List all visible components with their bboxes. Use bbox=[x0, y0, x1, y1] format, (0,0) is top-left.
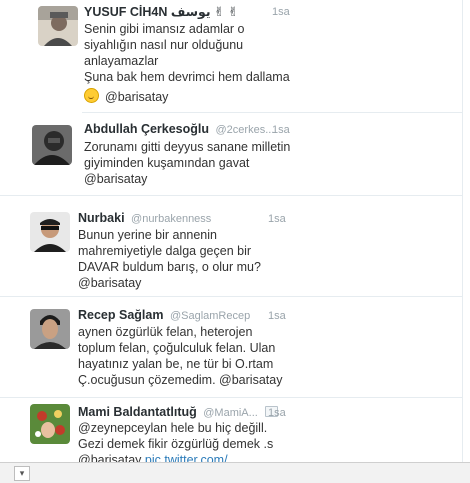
tweet-timestamp[interactable]: 1sa bbox=[272, 6, 290, 18]
mention-link[interactable]: @barisatay bbox=[78, 275, 261, 291]
tweet-text-line: Zorunamı gitti deyyus sanane milletin bbox=[84, 140, 291, 154]
tweet-author-handle[interactable]: @2cerkes... bbox=[216, 124, 275, 136]
tweet-text-line: @zeynepceylan hele bu hiç değill. bbox=[78, 421, 268, 435]
tweet-text: Bunun yerine bir annenin mahremiyetiyle … bbox=[78, 227, 261, 291]
tweet-text-line: Ç.ocuğusun çözemedim. @barisatay bbox=[78, 373, 283, 387]
tweet-text-line: hayatınız yalan be, ne tür bi O.rtam bbox=[78, 357, 274, 371]
tweet-timestamp[interactable]: 1sa bbox=[272, 124, 290, 136]
tweet-text-line: toplum felan, çoğulculuk felan. Ulan bbox=[78, 341, 276, 355]
tweet-author-handle[interactable]: @nurbakenness bbox=[131, 213, 211, 225]
tweet-item[interactable]: Mami Baldantatlıtuğ @MamiA... 1sa @zeyne… bbox=[0, 398, 462, 462]
tweet-text-line: Gezi demek fikir özgürlüğ demek .s bbox=[78, 437, 274, 451]
tweet-author-name[interactable]: YUSUF CİH4N يوسف ✌ ✌ bbox=[84, 5, 238, 19]
tweet-text: Zorunamı gitti deyyus sanane milletin gi… bbox=[84, 139, 290, 187]
avatar[interactable] bbox=[30, 404, 70, 444]
tweet-text-line: mahremiyetiyle dalga geçen bir bbox=[78, 244, 252, 258]
tweet-timestamp[interactable]: 1sa bbox=[268, 407, 286, 419]
tweet-text-line: anlayamazlar bbox=[84, 54, 159, 68]
mention-link[interactable]: @barisatay bbox=[105, 90, 168, 104]
tweet-author-name[interactable]: Mami Baldantatlıtuğ bbox=[78, 405, 197, 419]
avatar[interactable] bbox=[32, 125, 72, 165]
dropdown-arrow-icon[interactable]: ▾ bbox=[14, 466, 30, 481]
tweet-author-name[interactable]: Abdullah Çerkesoğlu bbox=[84, 122, 209, 136]
bottom-toolbar: ▾ bbox=[0, 462, 470, 483]
tweet-text-line: Senin gibi imansız adamlar o bbox=[84, 22, 245, 36]
tweet-text-line: @barisatay pic.twitter.com/ bbox=[78, 452, 273, 462]
tweet-item[interactable]: YUSUF CİH4N يوسف ✌ ✌ 1sa Senin gibi iman… bbox=[0, 0, 462, 112]
tweet-item[interactable]: Recep Sağlam @SaglamRecep 1sa aynen özgü… bbox=[0, 297, 462, 397]
tweet-feed: YUSUF CİH4N يوسف ✌ ✌ 1sa Senin gibi iman… bbox=[0, 0, 470, 462]
tweet-text-line: Bunun yerine bir annenin bbox=[78, 228, 217, 242]
tweet-text: @zeynepceylan hele bu hiç değill. Gezi d… bbox=[78, 420, 273, 462]
tweet-text-line: DAVAR buldum barış, o olur mu? bbox=[78, 260, 261, 274]
avatar[interactable] bbox=[30, 212, 70, 252]
tweet-item[interactable]: Nurbaki @nurbakenness 1sa Bunun yerine b… bbox=[0, 196, 462, 296]
tweet-text-line: aynen özgürlük felan, heterojen bbox=[78, 325, 253, 339]
avatar[interactable] bbox=[38, 6, 78, 46]
tweet-text-line: Şuna bak hem devrimci hem dallama bbox=[84, 70, 290, 84]
tweet-item[interactable]: Abdullah Çerkesoğlu @2cerkes... 1sa Zoru… bbox=[0, 113, 462, 195]
mention-link[interactable]: @barisatay bbox=[78, 453, 145, 462]
media-link[interactable]: pic.twitter.com/ bbox=[145, 453, 228, 462]
tweet-author-name[interactable]: Recep Sağlam bbox=[78, 308, 163, 322]
mention-link[interactable]: @barisatay bbox=[84, 171, 290, 187]
avatar[interactable] bbox=[30, 309, 70, 349]
tweet-text-line: siyahlığın nasıl nur olduğunu bbox=[84, 38, 244, 52]
tweet-author-handle[interactable]: @SaglamRecep bbox=[170, 310, 250, 322]
tweet-text-line: giyiminden kuşamından gavat bbox=[84, 156, 250, 170]
tweet-author-handle[interactable]: @MamiA... bbox=[203, 407, 258, 419]
tweet-text: aynen özgürlük felan, heterojen toplum f… bbox=[78, 324, 282, 388]
tweet-timestamp[interactable]: 1sa bbox=[268, 213, 286, 225]
tweet-text: Senin gibi imansız adamlar o siyahlığın … bbox=[84, 21, 290, 105]
smile-emoji-icon bbox=[84, 88, 99, 103]
column-divider bbox=[462, 0, 463, 462]
tweet-timestamp[interactable]: 1sa bbox=[268, 310, 286, 322]
tweet-author-name[interactable]: Nurbaki bbox=[78, 211, 125, 225]
